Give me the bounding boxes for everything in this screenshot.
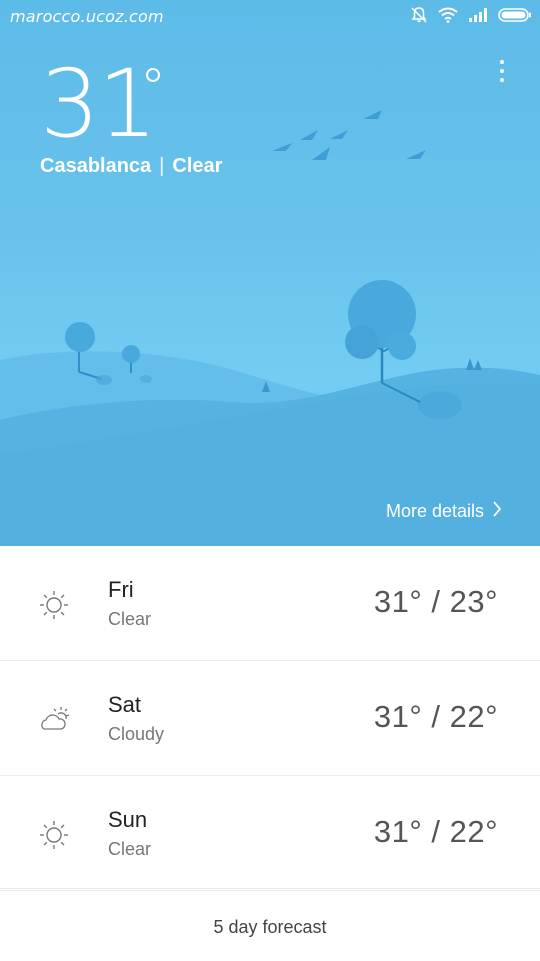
weather-hero: marocco.ucoz.com 31 Casablanca | Clear M… (0, 0, 540, 546)
forecast-day: Sun (108, 807, 148, 832)
current-temperature: 31 (40, 50, 158, 159)
location-condition: Casablanca | Clear (40, 155, 222, 178)
sun-icon (38, 820, 72, 850)
more-details-button[interactable]: More details (386, 500, 502, 523)
birds (272, 110, 426, 160)
battery-icon (498, 8, 532, 22)
forecast-list: Fri Clear 31° / 23° Sat Cloudy 31° / 22°… (0, 546, 540, 891)
bell-off-icon (410, 6, 428, 24)
forecast-day: Sat (108, 692, 142, 717)
forecast-row[interactable]: Fri Clear 31° / 23° (0, 546, 540, 661)
five-day-forecast-button[interactable]: 5 day forecast (0, 888, 540, 961)
watermark-text: marocco.ucoz.com (10, 7, 164, 26)
status-icons (410, 6, 532, 24)
cloud-sun-icon (38, 705, 72, 735)
forecast-row[interactable]: Sat Cloudy 31° / 22° (0, 661, 540, 776)
status-bar: marocco.ucoz.com (0, 0, 540, 32)
forecast-condition: Clear (108, 839, 152, 859)
forecast-row[interactable]: Sun Clear 31° / 22° (0, 776, 540, 891)
sun-icon (38, 590, 72, 620)
more-details-label: More details (385, 501, 484, 521)
forecast-condition: Clear (108, 609, 152, 629)
overflow-menu-button[interactable] (494, 60, 510, 86)
forecast-condition: Cloudy (108, 724, 165, 744)
chevron-right-icon (492, 500, 502, 523)
degree-symbol (146, 68, 160, 82)
wifi-icon (438, 7, 458, 23)
five-day-forecast-label: 5 day forecast (213, 917, 327, 937)
forecast-temperature-range: 31° / 22° (373, 814, 498, 849)
current-condition: Clear (172, 155, 223, 177)
forecast-temperature-range: 31° / 22° (373, 699, 498, 734)
forecast-temperature-range: 31° / 23° (373, 584, 498, 619)
signal-icon (468, 8, 488, 22)
city-name: Casablanca (40, 155, 152, 177)
separator: | (159, 155, 165, 177)
forecast-day: Fri (108, 577, 134, 602)
